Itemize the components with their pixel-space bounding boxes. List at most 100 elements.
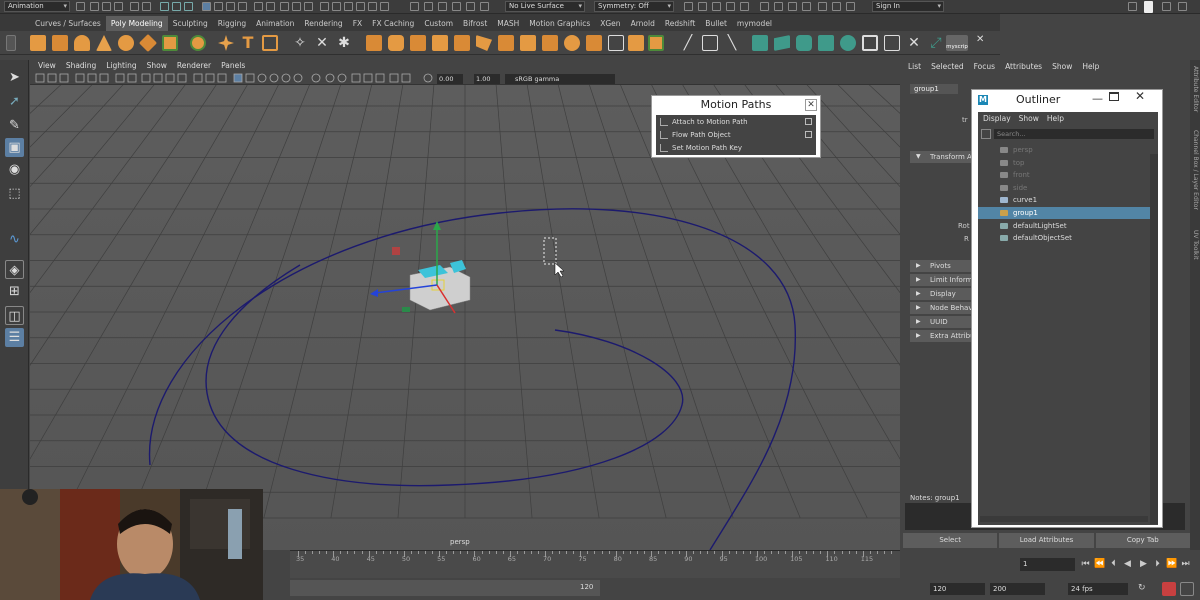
bookmark-icon[interactable] — [740, 2, 749, 11]
camera-icon[interactable] — [726, 2, 735, 11]
shelf-tab-animation[interactable]: Animation — [251, 16, 299, 31]
record-icon[interactable] — [832, 2, 841, 11]
close-icon[interactable]: ✕ — [1135, 89, 1145, 103]
option-box-icon[interactable] — [805, 131, 812, 138]
outliner-layout-icon[interactable]: ☰ — [5, 328, 24, 347]
play-icon[interactable] — [684, 2, 693, 11]
select-component-icon[interactable] — [184, 2, 193, 11]
flow-path-object-item[interactable]: Flow Path Object — [656, 129, 816, 141]
auto-key-icon[interactable] — [1162, 582, 1176, 596]
shelf-tab-bifrost[interactable]: Bifrost — [458, 16, 492, 31]
horizontal-scrollbar[interactable] — [980, 516, 1148, 522]
shelf-tab-fx-caching[interactable]: FX Caching — [367, 16, 419, 31]
option-box-icon[interactable] — [805, 118, 812, 125]
shelf-tab-fx[interactable]: FX — [348, 16, 367, 31]
attr-menu-list[interactable]: List — [908, 60, 921, 73]
cylindrical-map-icon[interactable] — [796, 35, 812, 51]
ipr-render-icon[interactable] — [332, 2, 341, 11]
lasso-tool-icon[interactable]: ➚ — [5, 92, 24, 111]
circularize-icon[interactable] — [564, 35, 580, 51]
outliner-item[interactable]: front — [978, 169, 1150, 181]
cut-faces-icon[interactable] — [520, 35, 536, 51]
type-text-icon[interactable]: T — [240, 35, 256, 51]
far-clip-field[interactable]: 1.00 — [474, 74, 500, 84]
snap-point-icon[interactable] — [226, 2, 235, 11]
connect-icon[interactable]: ╲ — [724, 35, 740, 51]
section-node-behavior[interactable]: Node Behav — [910, 302, 975, 314]
redo-icon[interactable] — [142, 2, 151, 11]
extrude-icon[interactable] — [410, 35, 426, 51]
open-scene-icon[interactable] — [102, 2, 111, 11]
section-uuid[interactable]: UUID — [910, 316, 975, 328]
boolean-icon[interactable] — [366, 35, 382, 51]
sew-uv-icon[interactable]: ⤢ — [928, 35, 944, 51]
tab-uv-toolkit[interactable]: UV Toolkit — [1191, 230, 1199, 260]
section-extra-attributes[interactable]: Extra Attribu — [910, 330, 975, 342]
target-weld-icon[interactable] — [702, 35, 718, 51]
make-live-icon[interactable] — [266, 2, 275, 11]
select-button[interactable]: Select — [903, 533, 998, 548]
shelf-tab-sculpting[interactable]: Sculpting — [168, 16, 213, 31]
select-hierarchy-icon[interactable] — [160, 2, 169, 11]
minimize-icon[interactable]: — — [1092, 92, 1103, 105]
render-setup-icon[interactable] — [368, 2, 377, 11]
append-icon[interactable] — [476, 35, 492, 51]
outliner-item[interactable]: curve1 — [978, 194, 1150, 206]
close-icon[interactable]: ✕ — [976, 35, 992, 51]
live-surface-dropdown[interactable]: No Live Surface — [505, 1, 585, 12]
shelf-tab-rigging[interactable]: Rigging — [213, 16, 251, 31]
range-slider[interactable] — [290, 580, 600, 596]
outliner-menu-display[interactable]: Display — [983, 112, 1011, 125]
step-forward-icon[interactable]: ⏩ — [1166, 558, 1177, 571]
time-slider[interactable]: 35 40 45 50 55 60 65 70 75 80 85 90 95 100 105 110 115 — [290, 550, 900, 578]
shelf-tab-poly-modeling[interactable]: Poly Modeling — [105, 16, 168, 31]
viewport-menu-view[interactable]: View — [38, 60, 56, 72]
attach-to-motion-path-item[interactable]: Attach to Motion Path — [656, 116, 816, 128]
outliner-item[interactable]: side — [978, 182, 1150, 194]
single-view-icon[interactable]: ◈ — [5, 260, 24, 279]
separate-icon[interactable]: ✕ — [314, 35, 330, 51]
viewport-toolbar-icons[interactable] — [30, 72, 900, 85]
smooth-icon[interactable]: ✱ — [336, 35, 352, 51]
go-to-end-icon[interactable]: ⏭ — [1180, 558, 1191, 571]
search-icon[interactable] — [981, 129, 991, 139]
sign-in-dropdown[interactable]: Sign In — [872, 1, 944, 12]
bevel-icon[interactable] — [454, 35, 470, 51]
viewport-menu-panels[interactable]: Panels — [221, 60, 245, 72]
outliner-item[interactable]: persp — [978, 144, 1150, 156]
reflection-icon[interactable] — [480, 2, 489, 11]
outliner-menu-help[interactable]: Help — [1047, 112, 1064, 125]
set-motion-path-key-item[interactable]: Set Motion Path Key — [656, 142, 816, 154]
search-input[interactable]: Search... — [994, 129, 1154, 139]
near-clip-field[interactable]: 0.00 — [437, 74, 463, 84]
curve-tool-icon[interactable]: ∿ — [5, 230, 24, 249]
attr-menu-show[interactable]: Show — [1052, 60, 1072, 73]
spherical-map-icon[interactable] — [840, 35, 856, 51]
select-tool-icon[interactable]: ➤ — [5, 68, 24, 87]
poly-cone-icon[interactable] — [96, 35, 112, 51]
svg-icon[interactable] — [262, 35, 278, 51]
sweep-mesh-icon[interactable] — [218, 35, 234, 51]
input-ops-icon[interactable] — [280, 2, 289, 11]
poly-cylinder-icon[interactable] — [74, 35, 90, 51]
collapse-icon[interactable] — [586, 35, 602, 51]
outliner-menu-show[interactable]: Show — [1019, 112, 1039, 125]
four-view-icon[interactable]: ⊞ — [5, 282, 24, 301]
new-scene-icon[interactable] — [90, 2, 99, 11]
output-ops-icon[interactable] — [292, 2, 301, 11]
snap-surface-icon[interactable] — [254, 2, 263, 11]
mode-menu-dropdown[interactable]: Animation — [4, 1, 70, 12]
scale-tool-icon[interactable]: ⬚ — [5, 184, 24, 203]
quadrangulate-icon[interactable] — [648, 35, 664, 51]
snap-curve-icon[interactable] — [214, 2, 223, 11]
unfold-icon[interactable] — [884, 35, 900, 51]
shelf-tab-redshift[interactable]: Redshift — [660, 16, 700, 31]
go-to-start-icon[interactable]: ⏮ — [1080, 558, 1091, 571]
outliner-item[interactable]: top — [978, 157, 1150, 169]
two-view-icon[interactable]: ◫ — [5, 306, 24, 325]
tool-c-icon[interactable] — [788, 2, 797, 11]
render-settings-icon[interactable] — [344, 2, 353, 11]
next-key-icon[interactable]: ⏵ — [1152, 558, 1163, 571]
xray-icon[interactable] — [438, 2, 447, 11]
checker-icon[interactable] — [862, 35, 878, 51]
